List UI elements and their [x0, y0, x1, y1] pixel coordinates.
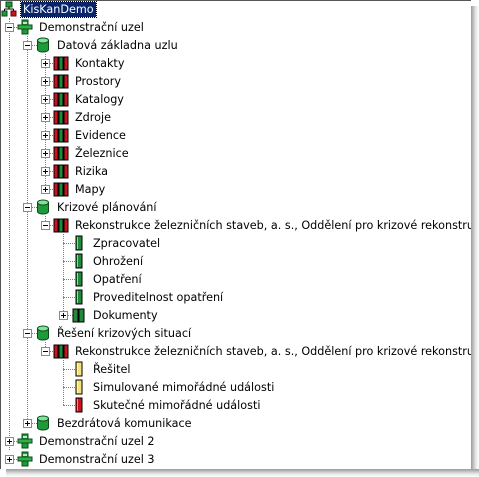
database-icon — [35, 325, 51, 341]
collapse-toggle[interactable] — [23, 40, 32, 50]
tree-node-db-item[interactable]: Mapy — [41, 180, 107, 198]
tree-node-label: Simulované mimořádné události — [93, 380, 275, 394]
tree-node-db-item[interactable]: Katalogy — [41, 90, 126, 108]
tree-node-label: Skutečné mimořádné události — [93, 398, 261, 412]
books-icon — [53, 343, 69, 359]
tree-node-label: Rekonstrukce železničních staveb, a. s.,… — [75, 218, 471, 232]
books-icon — [53, 181, 69, 197]
books-icon — [53, 109, 69, 125]
database-icon — [35, 37, 51, 53]
tree-node-db-item[interactable]: Rizika — [41, 162, 110, 180]
node-server-icon — [17, 433, 33, 449]
tree-node-bezdratova[interactable]: Bezdrátová komunikace — [23, 414, 194, 432]
tree-node-plan-item[interactable]: Zpracovatel — [71, 234, 162, 252]
tree-node-label: Mapy — [75, 182, 106, 196]
tree-node-label: Řešitel — [93, 362, 131, 376]
tree-node-plan-item[interactable]: Opatření — [71, 270, 144, 288]
books-icon — [53, 127, 69, 143]
expand-toggle[interactable] — [41, 94, 50, 104]
tree-node-solution-item[interactable]: Řešitel — [71, 360, 132, 378]
tree-node-label: Bezdrátová komunikace — [57, 416, 192, 430]
expand-toggle[interactable] — [41, 148, 50, 158]
tree-node-demo1[interactable]: Demonstrační uzel — [5, 18, 146, 36]
books-icon — [53, 145, 69, 161]
expand-toggle[interactable] — [5, 436, 14, 446]
expand-toggle[interactable] — [41, 184, 50, 194]
tree-node-db-item[interactable]: Železnice — [41, 144, 131, 162]
tree-node-solution-item[interactable]: Skutečné mimořádné události — [71, 396, 262, 414]
collapse-toggle[interactable] — [5, 22, 14, 32]
tree-node-label: Rekonstrukce železničních staveb, a. s.,… — [75, 344, 471, 358]
collapse-toggle[interactable] — [41, 220, 50, 230]
drop-shadow-bottom — [6, 469, 479, 477]
tree-node-label: Dokumenty — [93, 308, 158, 322]
tree-node-label: Demonstrační uzel — [39, 20, 144, 34]
tree-node-database[interactable]: Datová základna uzlu — [23, 36, 180, 54]
database-icon — [35, 199, 51, 215]
expand-toggle[interactable] — [5, 454, 14, 464]
collapse-toggle[interactable] — [23, 328, 32, 338]
tree-node-krizove-planovani[interactable]: Krizové plánování — [23, 198, 159, 216]
tree-node-demo2[interactable]: Demonstrační uzel 2 — [5, 432, 157, 450]
expand-toggle[interactable] — [23, 418, 32, 428]
books-icon — [53, 73, 69, 89]
tree-node-db-item[interactable]: Kontakty — [41, 54, 126, 72]
tree-node-solution-item[interactable]: Simulované mimořádné události — [71, 378, 276, 396]
tree-node-db-item[interactable]: Prostory — [41, 72, 123, 90]
red-book-icon — [71, 397, 87, 413]
expand-toggle[interactable] — [41, 58, 50, 68]
node-server-icon — [17, 451, 33, 467]
tree-node-label: Zpracovatel — [93, 236, 161, 250]
tree-node-label: Kontakty — [75, 56, 125, 70]
books-icon — [53, 55, 69, 71]
expand-toggle[interactable] — [59, 310, 68, 320]
tree-node-label: Demonstrační uzel 3 — [39, 452, 155, 466]
green-book-icon — [71, 235, 87, 251]
tree-view[interactable]: KisKanDemo Demonstrační uzel Datová zákl… — [0, 0, 471, 469]
tree-node-db-item[interactable]: Evidence — [41, 126, 128, 144]
green-book-icon — [71, 271, 87, 287]
tree-node-plan-item[interactable]: Dokumenty — [59, 306, 160, 324]
collapse-toggle[interactable] — [41, 346, 50, 356]
tree-node-demo3[interactable]: Demonstrační uzel 3 — [5, 450, 157, 468]
green-book-icon — [71, 253, 87, 269]
yellow-book-icon — [71, 379, 87, 395]
collapse-toggle[interactable] — [23, 202, 32, 212]
tree-node-label: Zdroje — [75, 110, 111, 124]
tree-node-plan-item[interactable]: Proveditelnost opatření — [71, 288, 225, 306]
tree-node-label: Proveditelnost opatření — [93, 290, 224, 304]
tree-node-organization[interactable]: Rekonstrukce železničních staveb, a. s.,… — [41, 216, 471, 234]
tree-node-organization[interactable]: Rekonstrukce železničních staveb, a. s.,… — [41, 342, 471, 360]
tree-node-label: Katalogy — [75, 92, 124, 106]
tree-node-plan-item[interactable]: Ohrožení — [71, 252, 145, 270]
tree-node-label: Ohrožení — [93, 254, 144, 268]
tree-node-label: Rizika — [75, 164, 108, 178]
expand-toggle[interactable] — [41, 130, 50, 140]
network-node-icon — [1, 1, 17, 17]
drop-shadow-right — [471, 6, 479, 477]
books-icon — [53, 217, 69, 233]
tree-node-label: Krizové plánování — [57, 200, 157, 214]
expand-toggle[interactable] — [41, 166, 50, 176]
tree-node-db-item[interactable]: Zdroje — [41, 108, 113, 126]
tree-node-label: KisKanDemo — [20, 0, 97, 18]
green-books-icon — [71, 307, 87, 323]
tree-node-label: Demonstrační uzel 2 — [39, 434, 155, 448]
yellow-book-icon — [71, 361, 87, 377]
tree-node-label: Evidence — [75, 128, 126, 142]
tree-node-label: Opatření — [93, 272, 142, 286]
tree-node-label: Železnice — [75, 146, 129, 160]
books-icon — [53, 91, 69, 107]
expand-toggle[interactable] — [41, 76, 50, 86]
books-icon — [53, 163, 69, 179]
tree-node-label: Datová základna uzlu — [57, 38, 178, 52]
expand-toggle[interactable] — [41, 112, 50, 122]
tree-node-root[interactable]: KisKanDemo — [1, 0, 97, 18]
tree-node-label: Řešení krizových situací — [57, 326, 192, 340]
tree-node-reseni[interactable]: Řešení krizových situací — [23, 324, 193, 342]
green-book-icon — [71, 289, 87, 305]
tree-node-label: Prostory — [75, 74, 122, 88]
node-server-icon — [17, 19, 33, 35]
database-icon — [35, 415, 51, 431]
